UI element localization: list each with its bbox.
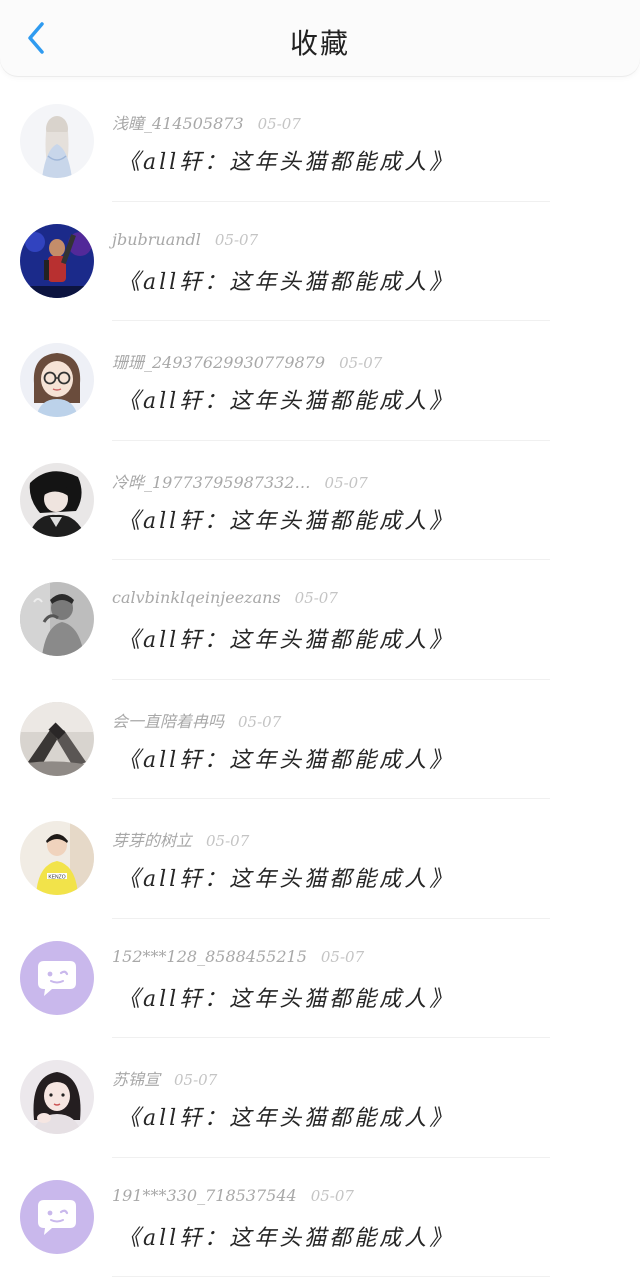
book-title[interactable]: 《all轩：这年头猫都能成人》 xyxy=(118,981,454,1013)
item-meta: 浅瞳_414505873 05-07 xyxy=(112,110,301,134)
item-meta: calvbinklqeinjeezans 05-07 xyxy=(112,588,338,607)
username[interactable]: 152***128_8588455215 xyxy=(112,947,307,966)
date: 05-07 xyxy=(215,231,258,249)
username[interactable]: 191***330_718537544 xyxy=(112,1186,297,1205)
list-item[interactable]: KENZO 芽芽的树立 05-07 《all轩：这年头猫都能成人》 xyxy=(0,799,640,919)
book-title[interactable]: 《all轩：这年头猫都能成人》 xyxy=(118,383,454,415)
date: 05-07 xyxy=(238,713,281,731)
username[interactable]: 苏锦宣 xyxy=(112,1070,160,1089)
list-item[interactable]: 152***128_8588455215 05-07 《all轩：这年头猫都能成人… xyxy=(0,919,640,1039)
list-item[interactable]: 浅瞳_414505873 05-07 《all轩：这年头猫都能成人》 xyxy=(0,82,640,202)
item-meta: jbubruandl 05-07 xyxy=(112,230,258,249)
book-title[interactable]: 《all轩：这年头猫都能成人》 xyxy=(118,861,454,893)
book-title[interactable]: 《all轩：这年头猫都能成人》 xyxy=(118,264,454,296)
username[interactable]: 会一直陪着冉吗 xyxy=(112,712,224,731)
avatar[interactable]: KENZO xyxy=(20,821,94,895)
username[interactable]: 芽芽的树立 xyxy=(112,831,192,850)
item-meta: 冷晔_19773795987332… 05-07 xyxy=(112,469,368,493)
username[interactable]: jbubruandl xyxy=(112,230,201,249)
chat-bubble-icon xyxy=(20,1180,94,1254)
date: 05-07 xyxy=(321,948,364,966)
item-meta: 珊珊_24937629930779879 05-07 xyxy=(112,349,382,373)
list-item[interactable]: 会一直陪着冉吗 05-07 《all轩：这年头猫都能成人》 xyxy=(0,680,640,800)
list-item[interactable]: calvbinklqeinjeezans 05-07 《all轩：这年头猫都能成人… xyxy=(0,560,640,680)
item-meta: 会一直陪着冉吗 05-07 xyxy=(112,708,281,732)
list-item[interactable]: 珊珊_24937629930779879 05-07 《all轩：这年头猫都能成人… xyxy=(0,321,640,441)
avatar[interactable] xyxy=(20,702,94,776)
date: 05-07 xyxy=(311,1187,354,1205)
username[interactable]: 冷晔_19773795987332… xyxy=(112,473,311,492)
avatar[interactable] xyxy=(20,1060,94,1134)
avatar[interactable] xyxy=(20,224,94,298)
date: 05-07 xyxy=(258,115,301,133)
top-bar: 收藏 xyxy=(0,0,640,76)
list-item[interactable]: 191***330_718537544 05-07 《all轩：这年头猫都能成人》 xyxy=(0,1158,640,1277)
page-title: 收藏 xyxy=(0,22,640,62)
list-item[interactable]: jbubruandl 05-07 《all轩：这年头猫都能成人》 xyxy=(0,202,640,322)
book-title[interactable]: 《all轩：这年头猫都能成人》 xyxy=(118,144,454,176)
item-meta: 191***330_718537544 05-07 xyxy=(112,1186,354,1205)
avatar[interactable] xyxy=(20,463,94,537)
svg-text:KENZO: KENZO xyxy=(48,875,65,881)
username[interactable]: 浅瞳_414505873 xyxy=(112,114,244,133)
default-avatar[interactable] xyxy=(20,1180,94,1254)
book-title[interactable]: 《all轩：这年头猫都能成人》 xyxy=(118,1100,454,1132)
date: 05-07 xyxy=(325,474,368,492)
avatar[interactable] xyxy=(20,582,94,656)
username[interactable]: 珊珊_24937629930779879 xyxy=(112,353,325,372)
item-meta: 芽芽的树立 05-07 xyxy=(112,827,249,851)
favorites-list: 浅瞳_414505873 05-07 《all轩：这年头猫都能成人》 jbubru… xyxy=(0,82,640,1277)
date: 05-07 xyxy=(206,832,249,850)
book-title[interactable]: 《all轩：这年头猫都能成人》 xyxy=(118,1220,454,1252)
date: 05-07 xyxy=(174,1071,217,1089)
chat-bubble-icon xyxy=(20,941,94,1015)
username[interactable]: calvbinklqeinjeezans xyxy=(112,588,281,607)
book-title[interactable]: 《all轩：这年头猫都能成人》 xyxy=(118,503,454,535)
date: 05-07 xyxy=(295,589,338,607)
book-title[interactable]: 《all轩：这年头猫都能成人》 xyxy=(118,742,454,774)
list-item[interactable]: 冷晔_19773795987332… 05-07 《all轩：这年头猫都能成人》 xyxy=(0,441,640,561)
item-meta: 苏锦宣 05-07 xyxy=(112,1066,217,1090)
avatar[interactable] xyxy=(20,104,94,178)
book-title[interactable]: 《all轩：这年头猫都能成人》 xyxy=(118,622,454,654)
default-avatar[interactable] xyxy=(20,941,94,1015)
date: 05-07 xyxy=(339,354,382,372)
avatar[interactable] xyxy=(20,343,94,417)
item-meta: 152***128_8588455215 05-07 xyxy=(112,947,364,966)
list-item[interactable]: 苏锦宣 05-07 《all轩：这年头猫都能成人》 xyxy=(0,1038,640,1158)
